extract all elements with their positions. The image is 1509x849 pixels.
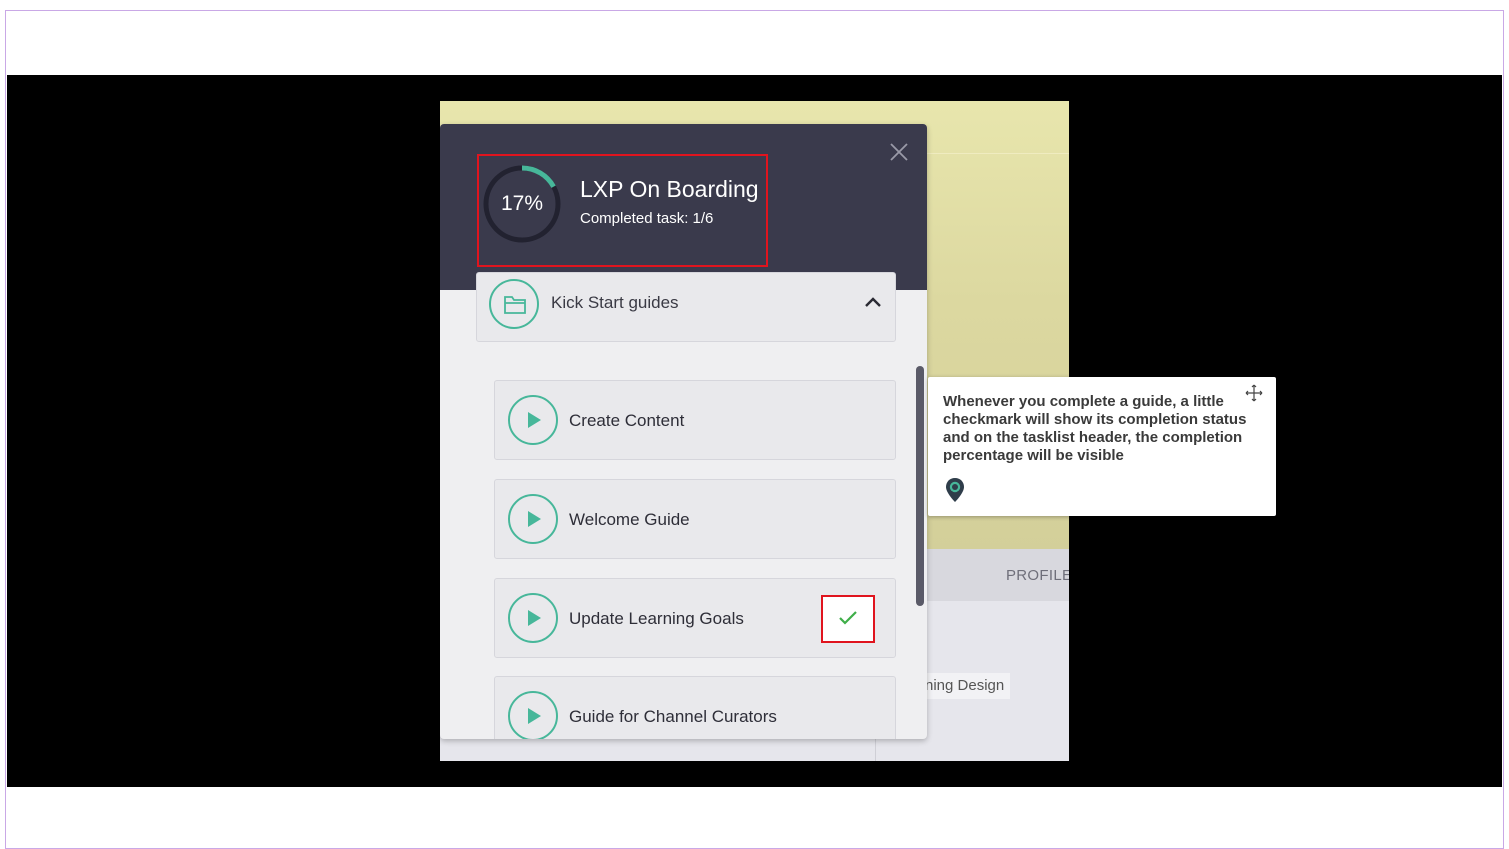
task-label: Welcome Guide (569, 510, 690, 529)
play-icon (508, 395, 558, 445)
guide-tooltip: Whenever you complete a guide, a little … (928, 377, 1276, 516)
play-icon (508, 494, 558, 544)
header-highlight-box (477, 154, 768, 267)
close-button[interactable] (887, 140, 911, 164)
map-pin-icon (946, 478, 964, 502)
section-label: Kick Start guides (551, 293, 679, 312)
task-label: Create Content (569, 411, 685, 430)
folder-icon (489, 279, 539, 329)
task-item-welcome-guide[interactable]: Welcome Guide (494, 479, 896, 559)
task-item-update-learning-goals[interactable]: Update Learning Goals (494, 578, 896, 658)
tab-profile[interactable]: PROFILE (1006, 567, 1069, 584)
collapse-button[interactable] (862, 291, 884, 313)
task-item-create-content[interactable]: Create Content (494, 380, 896, 460)
task-item-channel-curators[interactable]: Guide for Channel Curators (494, 676, 896, 739)
move-icon[interactable] (1245, 384, 1263, 402)
onboarding-tasklist-panel: 17% LXP On Boarding Completed task: 1/6 … (440, 124, 927, 739)
checkmark-icon (839, 611, 857, 625)
skill-chip: ning Design (919, 673, 1011, 699)
close-icon (890, 143, 908, 161)
play-icon (508, 593, 558, 643)
tasklist-header: 17% LXP On Boarding Completed task: 1/6 (440, 124, 927, 290)
chevron-up-icon (865, 297, 881, 307)
section-kick-start[interactable]: Kick Start guides (476, 272, 896, 342)
tasklist-scrollbar[interactable] (916, 366, 924, 606)
tooltip-text: Whenever you complete a guide, a little … (943, 393, 1247, 464)
play-icon (508, 691, 558, 739)
task-label: Update Learning Goals (569, 609, 744, 628)
task-label: Guide for Channel Curators (569, 707, 777, 726)
completion-highlight-box (821, 595, 875, 643)
